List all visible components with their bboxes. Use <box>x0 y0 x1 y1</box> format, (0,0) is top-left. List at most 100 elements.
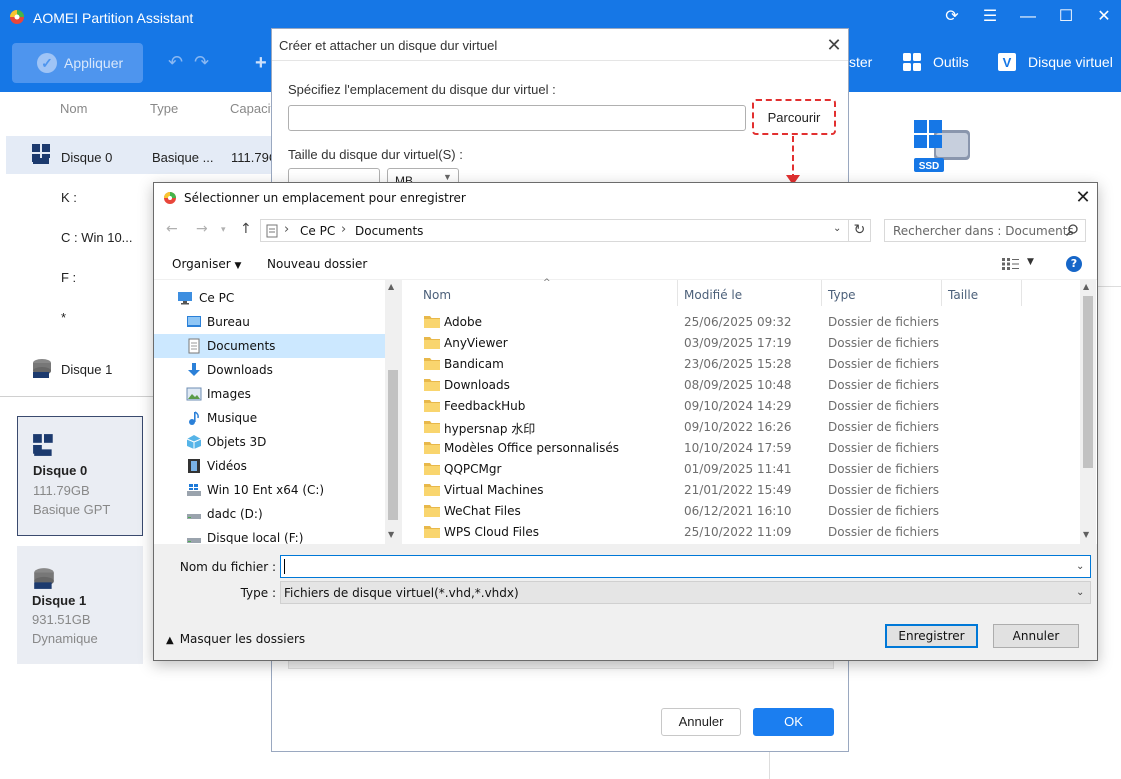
col-type[interactable]: Type <box>150 101 178 116</box>
add-icon[interactable]: + <box>255 52 267 75</box>
file-row[interactable]: WPS Cloud Files 25/10/2022 11:09 Dossier d… <box>416 521 1080 542</box>
file-type-select[interactable]: Fichiers de disque virtuel(*.vhd,*.vhdx)… <box>280 581 1091 604</box>
documents-icon <box>188 338 200 354</box>
nav-item-images[interactable]: Images <box>154 382 385 406</box>
partition-row-c[interactable]: C : Win 10... <box>61 230 133 245</box>
refresh-button[interactable]: ↻ <box>849 219 871 242</box>
col-capacity[interactable]: Capacit <box>230 101 274 116</box>
search-input[interactable]: Rechercher dans : Documents <box>884 219 1086 242</box>
file-row[interactable]: Bandicam 23/06/2025 15:28 Dossier de fichi… <box>416 353 1080 374</box>
refresh-icon[interactable]: ⟳ <box>940 6 964 28</box>
scrollbar-thumb[interactable] <box>388 370 398 520</box>
nav-pane-scrollbar[interactable]: ▲ ▼ <box>385 280 401 544</box>
vhd-ok-button[interactable]: OK <box>753 708 834 736</box>
file-list-scrollbar[interactable]: ▲ ▼ <box>1080 280 1096 544</box>
disk-card-0[interactable]: Disque 0 111.79GB Basique GPT <box>17 416 143 536</box>
file-row[interactable]: Downloads 08/09/2025 10:48 Dossier de fich… <box>416 374 1080 395</box>
nav-item-drive-f[interactable]: Disque local (F:) <box>154 526 385 544</box>
toolbar-partial-label[interactable]: ster <box>849 54 872 70</box>
forward-arrow-icon[interactable]: → <box>196 221 208 237</box>
tools-icon[interactable] <box>902 52 922 72</box>
file-row[interactable]: WeChat Files 06/12/2021 16:10 Dossier de f… <box>416 500 1080 521</box>
disk-row-name[interactable]: Disque 0 <box>61 150 112 165</box>
partition-row-k[interactable]: K : <box>61 190 77 205</box>
vhd-dialog-close-button[interactable]: ✕ <box>824 35 844 55</box>
help-icon[interactable]: ? <box>1066 256 1082 272</box>
chevron-down-icon[interactable]: ⌄ <box>833 223 841 234</box>
hide-folders-toggle[interactable]: ▲ Masquer les dossiers <box>166 632 305 646</box>
nav-item-this-pc[interactable]: Ce PC <box>154 286 385 310</box>
close-button[interactable]: ✕ <box>1092 6 1116 28</box>
virtual-disk-icon[interactable]: V <box>997 52 1017 72</box>
annotation-arrow-line <box>792 136 794 180</box>
address-bar[interactable]: › Ce PC › Documents ⌄ <box>260 219 849 242</box>
nav-item-bureau[interactable]: Bureau <box>154 310 385 334</box>
vhd-cancel-button[interactable]: Annuler <box>661 708 741 736</box>
file-row[interactable]: AnyViewer 03/09/2025 17:19 Dossier de fich… <box>416 332 1080 353</box>
cancel-button[interactable]: Annuler <box>993 624 1079 648</box>
scroll-up-icon[interactable]: ▲ <box>388 282 394 291</box>
recent-dropdown-icon[interactable]: ▾ <box>221 225 226 235</box>
filename-input[interactable]: ⌄ <box>280 555 1091 578</box>
apply-button[interactable]: ✓ Appliquer <box>12 43 143 83</box>
col-header-size[interactable]: Taille <box>942 280 1022 306</box>
nav-item-drive-c[interactable]: Win 10 Ent x64 (C:) <box>154 478 385 502</box>
svg-text:SSD: SSD <box>919 161 940 172</box>
nav-item-music[interactable]: Musique <box>154 406 385 430</box>
up-arrow-icon[interactable]: ↑ <box>240 221 252 237</box>
maximize-button[interactable]: ☐ <box>1054 6 1078 28</box>
tools-menu[interactable]: Outils <box>933 54 969 70</box>
back-arrow-icon[interactable]: ← <box>166 221 178 237</box>
partition-row-f[interactable]: F : <box>61 270 76 285</box>
undo-icon[interactable]: ↶ <box>168 52 183 73</box>
view-options-icon[interactable] <box>1002 258 1020 270</box>
browse-button[interactable]: Parcourir <box>752 99 836 135</box>
nav-item-drive-d[interactable]: dadc (D:) <box>154 502 385 526</box>
scroll-down-icon[interactable]: ▼ <box>1083 530 1089 539</box>
scroll-down-icon[interactable]: ▼ <box>388 530 394 539</box>
breadcrumb-documents[interactable]: Documents <box>355 224 423 238</box>
col-header-label: Taille <box>948 288 979 302</box>
chevron-down-icon[interactable]: ▼ <box>1027 257 1034 267</box>
browse-label: Parcourir <box>767 110 821 125</box>
documents-icon <box>266 224 278 238</box>
location-input[interactable] <box>288 105 746 131</box>
3d-objects-icon <box>186 435 202 449</box>
file-row[interactable]: Virtual Machines 21/01/2022 15:49 Dossier … <box>416 479 1080 500</box>
nav-item-videos[interactable]: Vidéos <box>154 454 385 478</box>
redo-icon[interactable]: ↷ <box>194 52 209 73</box>
new-folder-button[interactable]: Nouveau dossier <box>267 257 367 271</box>
col-name[interactable]: Nom <box>60 101 87 116</box>
file-row[interactable]: QQPCMgr 01/09/2025 11:41 Dossier de fichie… <box>416 458 1080 479</box>
virtual-disk-menu[interactable]: Disque virtuel <box>1028 54 1113 70</box>
save-dialog-close-button[interactable]: ✕ <box>1072 187 1094 209</box>
apply-label: Appliquer <box>64 55 124 71</box>
location-label: Spécifiez l'emplacement du disque dur vi… <box>288 82 556 97</box>
disk-card-1[interactable]: Disque 1 931.51GB Dynamique <box>17 546 143 664</box>
save-button[interactable]: Enregistrer <box>885 624 978 648</box>
partition-row-star[interactable]: * <box>61 310 66 325</box>
scroll-up-icon[interactable]: ▲ <box>1083 282 1089 291</box>
folder-icon <box>424 316 440 328</box>
file-row[interactable]: Modèles Office personnalisés 10/10/2024 1… <box>416 437 1080 458</box>
file-row[interactable]: Adobe 25/06/2025 09:32 Dossier de fichiers <box>416 311 1080 332</box>
chevron-down-icon[interactable]: ⌄ <box>1076 587 1084 598</box>
nav-item-documents[interactable]: Documents <box>154 334 385 358</box>
disk-row-1-name[interactable]: Disque 1 <box>61 362 112 377</box>
file-row[interactable]: FeedbackHub 09/10/2024 14:29 Dossier de fi… <box>416 395 1080 416</box>
col-header-type[interactable]: Type <box>822 280 942 306</box>
music-icon <box>189 411 199 425</box>
nav-item-3d-objects[interactable]: Objets 3D <box>154 430 385 454</box>
col-header-modified[interactable]: Modifié le <box>678 280 822 306</box>
menu-icon[interactable]: ☰ <box>978 6 1002 28</box>
breadcrumb-this-pc[interactable]: Ce PC <box>300 224 335 238</box>
chevron-down-icon[interactable]: ⌄ <box>1076 561 1084 572</box>
folder-icon <box>424 526 440 538</box>
organize-menu[interactable]: Organiser ▼ <box>172 257 241 271</box>
nav-item-downloads[interactable]: Downloads <box>154 358 385 382</box>
windows-drive-icon <box>187 484 201 496</box>
col-header-name[interactable]: Nom <box>417 280 678 306</box>
minimize-button[interactable]: — <box>1016 6 1040 28</box>
scrollbar-thumb[interactable] <box>1083 296 1093 468</box>
file-row[interactable]: hypersnap 水印 09/10/2022 16:26 Dossier de f… <box>416 416 1080 437</box>
